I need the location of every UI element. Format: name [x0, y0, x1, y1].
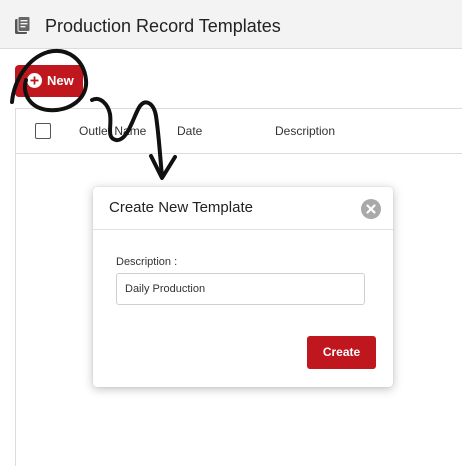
plus-circle-icon [27, 73, 42, 88]
column-header-description[interactable]: Description [275, 124, 335, 138]
new-button[interactable]: New [15, 65, 83, 97]
document-stack-icon [14, 16, 32, 36]
column-header-outlet-name[interactable]: Outlet Name [79, 124, 146, 138]
column-header-date[interactable]: Date [177, 124, 202, 138]
select-all-checkbox[interactable] [35, 123, 51, 139]
create-template-dialog: Create New Template Description : Create [93, 187, 393, 387]
page: Production Record Templates New Outlet N… [0, 0, 462, 466]
dialog-header: Create New Template [93, 187, 393, 230]
table-header-row: Outlet Name Date Description [16, 109, 462, 154]
new-button-label: New [47, 73, 74, 88]
description-input[interactable] [116, 273, 365, 305]
page-header: Production Record Templates [0, 0, 462, 49]
dialog-title: Create New Template [109, 199, 253, 216]
close-icon[interactable] [361, 199, 381, 219]
create-button[interactable]: Create [307, 336, 376, 369]
description-label: Description : [116, 256, 178, 268]
page-title: Production Record Templates [45, 16, 281, 36]
